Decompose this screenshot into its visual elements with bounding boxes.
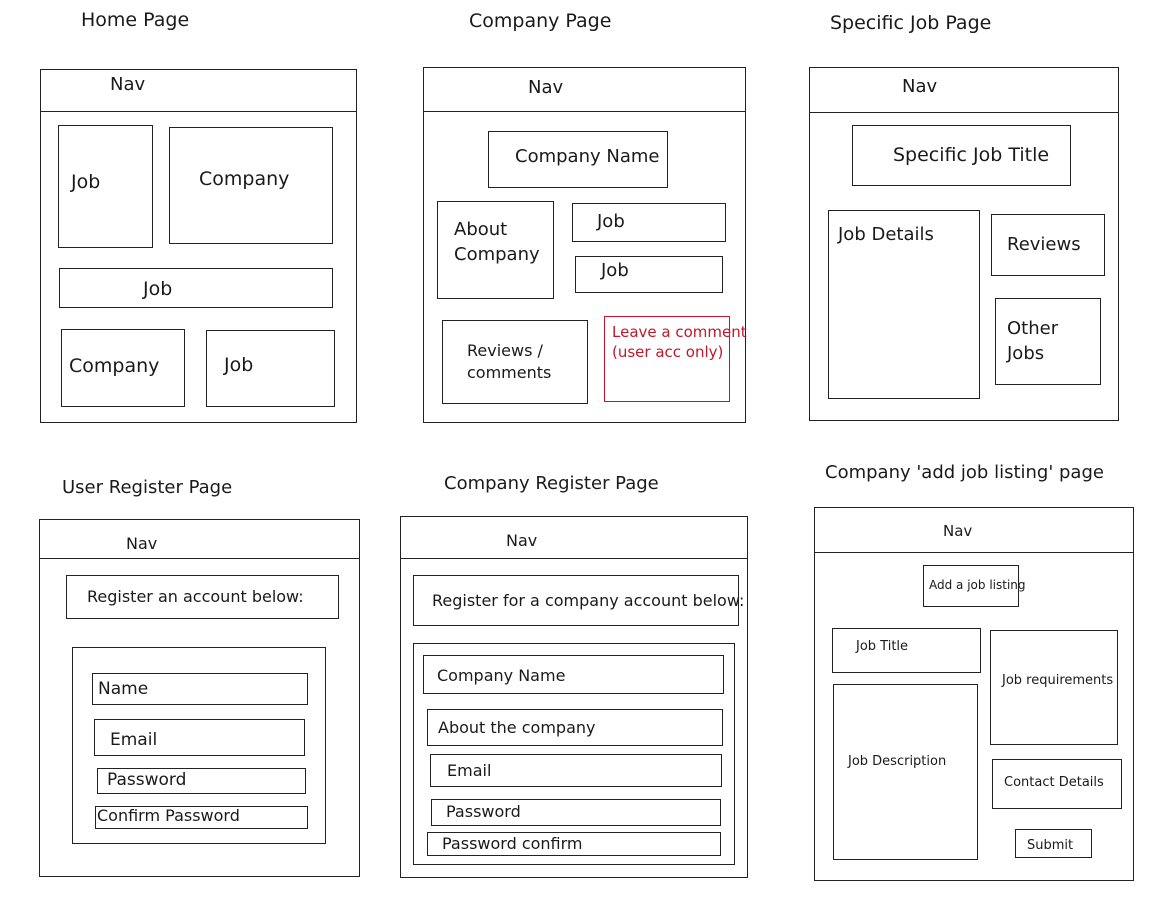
home-job-label-2: Job	[224, 354, 254, 376]
job-title-field-label: Job Title	[856, 639, 909, 654]
about-company-label-2: Company	[454, 244, 540, 265]
submit-button-label: Submit	[1027, 838, 1074, 853]
user-register-nav[interactable]: Nav	[126, 534, 157, 553]
company-register-page-title: Company Register Page	[444, 473, 659, 494]
company-password-field-label: Password	[446, 802, 521, 821]
specific-job-nav[interactable]: Nav	[902, 76, 937, 98]
reviews-comments-box	[442, 320, 588, 404]
company-nav[interactable]: Nav	[528, 77, 563, 99]
company-job-card-2[interactable]	[575, 256, 723, 293]
contact-details-field-label: Contact Details	[1004, 775, 1104, 790]
add-job-nav-divider	[814, 552, 1134, 553]
home-page-title: Home Page	[81, 9, 190, 31]
user-register-nav-divider	[39, 558, 360, 559]
company-register-nav[interactable]: Nav	[506, 531, 537, 550]
specific-job-title-label: Specific Job Title	[893, 144, 1050, 166]
add-job-nav[interactable]: Nav	[943, 522, 972, 540]
company-email-field-label: Email	[447, 761, 492, 780]
other-jobs-box[interactable]	[995, 298, 1101, 385]
leave-comment-label-1: Leave a comment	[612, 323, 747, 341]
other-jobs-label-2: Jobs	[1007, 343, 1045, 364]
reviews-comments-label-2: comments	[467, 363, 552, 382]
home-company-label-2: Company	[69, 355, 160, 377]
home-job-label: Job	[71, 171, 101, 193]
job-requirements-field-label: Job requirements	[1002, 673, 1114, 688]
home-nav-divider	[40, 111, 357, 112]
specific-job-page-title: Specific Job Page	[830, 12, 992, 34]
home-job-banner[interactable]	[59, 268, 333, 308]
job-description-field-label: Job Description	[848, 754, 947, 769]
job-description-field[interactable]	[833, 684, 978, 860]
password-field-label: Password	[107, 770, 187, 790]
about-company-field-label: About the company	[438, 718, 596, 737]
home-company-label: Company	[199, 168, 290, 190]
company-register-heading: Register for a company account below:	[432, 591, 745, 610]
company-name-label: Company Name	[515, 146, 660, 167]
about-company-label-1: About	[454, 219, 508, 240]
user-register-page-title: User Register Page	[62, 477, 233, 498]
company-job-label-2: Job	[601, 260, 629, 281]
home-nav[interactable]: Nav	[110, 74, 145, 96]
specific-job-nav-divider	[809, 112, 1119, 113]
user-register-heading: Register an account below:	[87, 587, 304, 606]
company-register-nav-divider	[400, 558, 748, 559]
add-job-heading: Add a job listing	[929, 578, 1026, 592]
email-field-label: Email	[110, 730, 158, 750]
company-page-title: Company Page	[469, 10, 612, 32]
company-job-card-1[interactable]	[572, 203, 726, 242]
reviews-comments-label-1: Reviews /	[467, 341, 543, 360]
job-details-label: Job Details	[838, 224, 934, 245]
home-job-banner-label: Job	[143, 278, 173, 300]
reviews-label: Reviews	[1007, 234, 1081, 255]
add-job-page-title: Company 'add job listing' page	[825, 462, 1104, 483]
leave-comment-label-2: (user acc only)	[612, 343, 724, 361]
company-name-field-label: Company Name	[437, 666, 566, 685]
company-password-confirm-field-label: Password confirm	[442, 834, 583, 853]
company-job-label-1: Job	[597, 211, 625, 232]
confirm-password-field-label: Confirm Password	[97, 806, 240, 825]
company-nav-divider	[423, 111, 746, 112]
other-jobs-label-1: Other	[1007, 318, 1059, 339]
name-field-label: Name	[98, 679, 149, 699]
